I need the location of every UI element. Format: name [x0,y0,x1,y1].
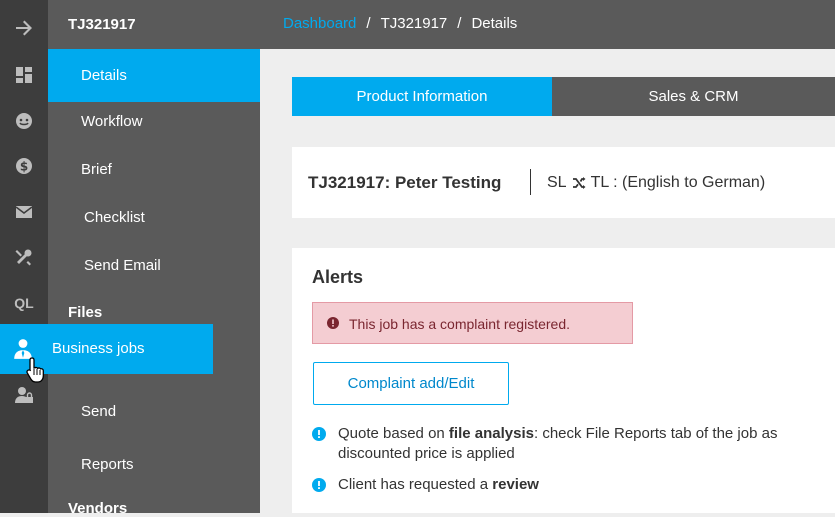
breadcrumb-job[interactable]: TJ321917 [381,15,448,32]
divider [530,169,531,195]
alert-note: Quote based on file analysis: check File… [312,424,812,466]
breadcrumb-separator: / [457,15,462,32]
job-title: TJ321917: Peter Testing [308,173,502,192]
arrow-right-icon[interactable] [0,5,48,51]
dollar-icon[interactable]: $ [0,143,48,189]
complaint-alert: This job has a complaint registered. [312,302,633,344]
alert-note-text: Client has requested a review [338,476,539,493]
source-language-label: SL [547,174,567,191]
sidebar-item-send[interactable]: Send [48,397,260,427]
breadcrumb: Dashboard / TJ321917 / Details [283,15,517,32]
sidebar-item-brief[interactable]: Brief [48,155,260,185]
tab-bar: Product Information Sales & CRM [292,77,835,116]
complaint-add-edit-button[interactable]: Complaint add/Edit [313,362,509,405]
hand-cursor-icon [26,357,44,383]
sidebar-item-details[interactable]: Details [48,49,260,102]
breadcrumb-separator: / [366,15,371,32]
alerts-title: Alerts [312,267,364,287]
sidebar-section-vendors: Vendors [68,500,128,517]
breadcrumb-dashboard-link[interactable]: Dashboard [283,15,356,32]
smiley-icon[interactable] [0,98,48,144]
icon-rail: $ QL [0,0,48,513]
info-icon [312,427,326,441]
mail-icon[interactable] [0,189,48,235]
dashboard-icon[interactable] [0,52,48,98]
tab-sales-crm[interactable]: Sales & CRM [552,77,835,116]
alert-note-text: Quote based on file analysis: check File… [338,425,778,462]
tools-icon[interactable] [0,234,48,280]
ql-icon[interactable]: QL [0,280,48,326]
breadcrumb-current: Details [471,15,518,32]
job-id-title: TJ321917 [68,16,136,33]
sidebar-item-workflow[interactable]: Workflow [48,107,260,137]
target-language-label: TL : (English to German) [590,174,766,191]
info-icon [312,478,326,492]
sidebar-item-reports[interactable]: Reports [48,450,260,480]
language-pair: SL TL : (English to German) [547,174,765,192]
svg-text:$: $ [20,160,28,174]
job-header-card: TJ321917: Peter Testing SL TL : (English… [292,147,835,218]
top-bar: Dashboard / TJ321917 / Details [260,0,835,49]
job-sidebar: TJ321917 Details Workflow Brief Checklis… [48,0,260,517]
complaint-alert-text: This job has a complaint registered. [349,316,570,332]
exclamation-circle-icon [327,317,339,329]
sidebar-section-files: Files [68,304,103,321]
alert-note: Client has requested a review [312,475,812,497]
tab-product-information[interactable]: Product Information [292,77,552,116]
alerts-card: Alerts This job has a complaint register… [292,248,835,513]
shuffle-icon [572,177,586,189]
sidebar-item-checklist[interactable]: Checklist [48,203,260,233]
sidebar-item-send-email[interactable]: Send Email [48,251,260,281]
